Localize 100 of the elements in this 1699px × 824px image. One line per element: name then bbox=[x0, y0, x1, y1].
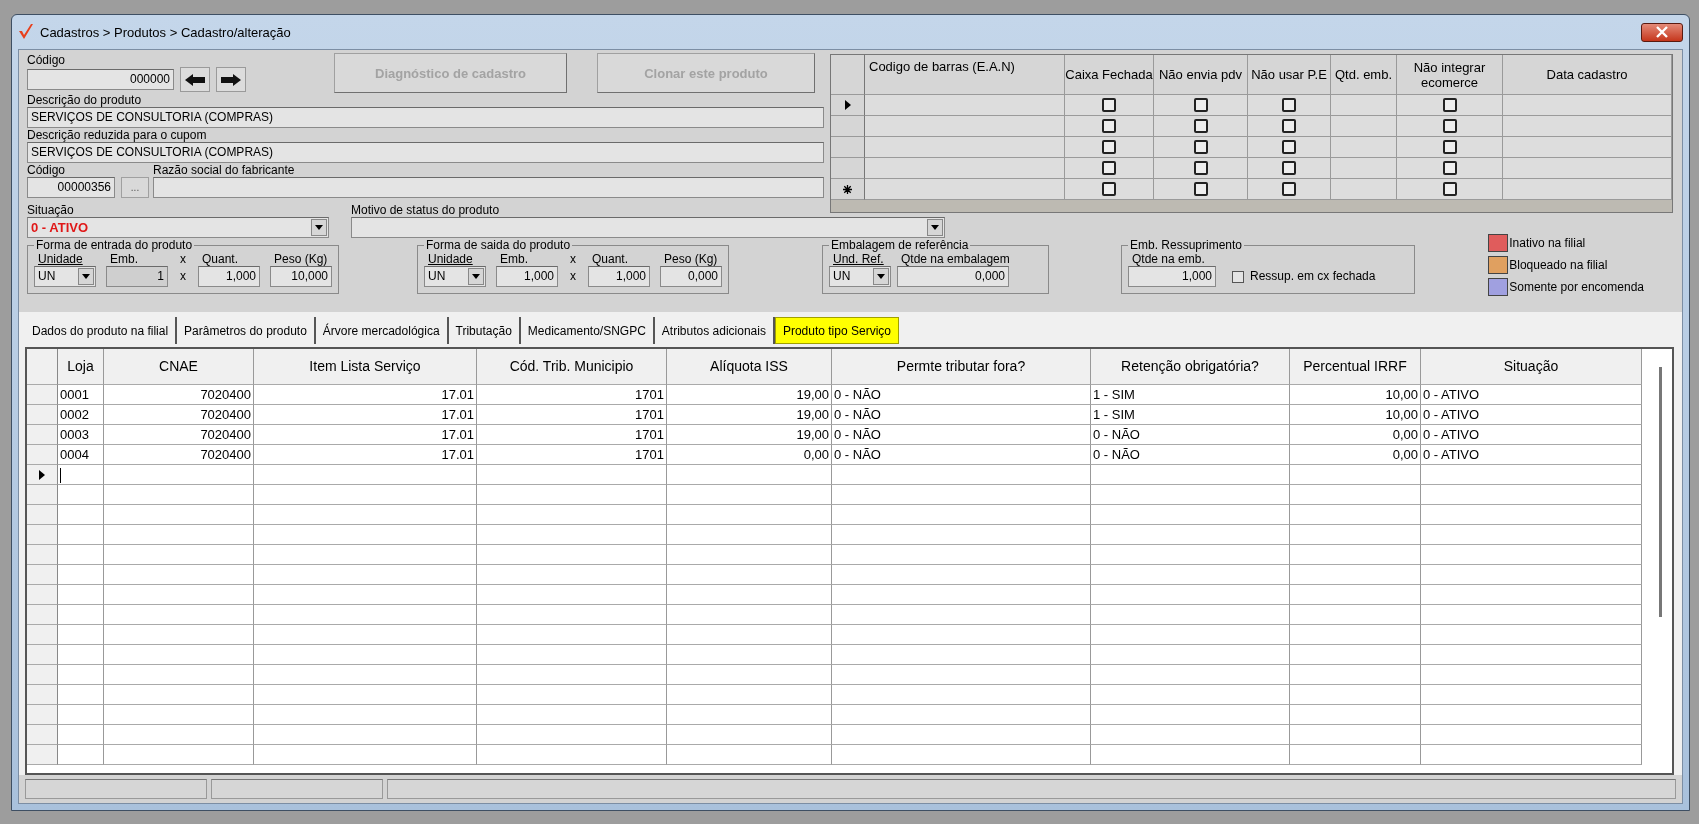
row-header[interactable] bbox=[831, 179, 865, 200]
previous-button[interactable] bbox=[180, 67, 210, 92]
column-header[interactable]: Permte tributar fora? bbox=[832, 349, 1091, 385]
manufacturer-code-field[interactable]: 00000356 bbox=[27, 177, 115, 198]
manufacturer-name-field[interactable] bbox=[153, 177, 824, 198]
column-header[interactable]: Codigo de barras (E.A.N) bbox=[865, 55, 1065, 95]
row-header[interactable] bbox=[831, 95, 865, 116]
dropdown-arrow-button[interactable] bbox=[78, 268, 94, 285]
checkbox[interactable] bbox=[1442, 182, 1457, 196]
table-cell[interactable] bbox=[1248, 116, 1331, 137]
number-field[interactable]: 0,000 bbox=[897, 266, 1009, 287]
code-field[interactable]: 000000 bbox=[27, 69, 174, 90]
column-header[interactable]: Loja bbox=[58, 349, 104, 385]
unit-dropdown[interactable]: UN bbox=[34, 266, 96, 287]
table-cell[interactable] bbox=[1397, 137, 1503, 158]
checkbox[interactable] bbox=[1193, 98, 1208, 112]
table-cell[interactable] bbox=[1154, 179, 1248, 200]
dropdown-arrow-button[interactable] bbox=[927, 219, 943, 236]
column-header[interactable]: Cód. Trib. Municipio bbox=[477, 349, 667, 385]
checkbox[interactable] bbox=[1442, 161, 1457, 175]
table-cell[interactable] bbox=[1248, 179, 1331, 200]
number-field[interactable]: 0,000 bbox=[660, 266, 722, 287]
table-cell[interactable] bbox=[865, 179, 1065, 200]
number-field[interactable]: 1,000 bbox=[496, 266, 558, 287]
table-cell[interactable] bbox=[1503, 137, 1672, 158]
table-cell[interactable] bbox=[1065, 158, 1154, 179]
tab[interactable]: Tributação bbox=[448, 317, 521, 344]
column-header[interactable]: Não envia pdv bbox=[1154, 55, 1248, 95]
checkbox-label[interactable]: Ressup. em cx fechada bbox=[1232, 266, 1376, 287]
table-cell[interactable] bbox=[1248, 158, 1331, 179]
column-header[interactable]: Alíquota ISS bbox=[667, 349, 832, 385]
column-header[interactable]: Data cadastro bbox=[1503, 55, 1672, 95]
checkbox[interactable] bbox=[1102, 161, 1116, 175]
unit-dropdown[interactable]: UN bbox=[829, 266, 891, 287]
table-cell[interactable] bbox=[1154, 137, 1248, 158]
table-cell[interactable] bbox=[1397, 179, 1503, 200]
checkbox[interactable] bbox=[1102, 119, 1116, 133]
status-reason-dropdown[interactable] bbox=[351, 217, 945, 238]
short-description-field[interactable]: SERVIÇOS DE CONSULTORIA (COMPRAS) bbox=[27, 142, 824, 163]
dropdown-arrow-button[interactable] bbox=[873, 268, 889, 285]
checkbox[interactable] bbox=[1282, 98, 1296, 112]
column-header[interactable]: Não integrar ecomerce bbox=[1397, 55, 1503, 95]
tab[interactable]: Parâmetros do produto bbox=[177, 317, 316, 344]
tab[interactable]: Produto tipo Serviço bbox=[774, 317, 899, 344]
checkbox[interactable] bbox=[1282, 182, 1296, 196]
checkbox[interactable] bbox=[1193, 161, 1208, 175]
number-field[interactable]: 1,000 bbox=[1128, 266, 1216, 287]
column-header[interactable]: Qtd. emb. bbox=[1331, 55, 1397, 95]
table-cell[interactable] bbox=[1397, 158, 1503, 179]
checkbox[interactable] bbox=[1193, 140, 1208, 154]
table-cell[interactable] bbox=[1154, 116, 1248, 137]
number-field[interactable]: 1,000 bbox=[198, 266, 260, 287]
checkbox[interactable] bbox=[1442, 140, 1457, 154]
column-header[interactable]: Não usar P.E bbox=[1248, 55, 1331, 95]
checkbox[interactable] bbox=[1102, 98, 1116, 112]
table-cell[interactable] bbox=[865, 137, 1065, 158]
table-cell[interactable] bbox=[1503, 179, 1672, 200]
lookup-button[interactable]: ... bbox=[121, 177, 149, 198]
table-cell[interactable] bbox=[1065, 137, 1154, 158]
checkbox[interactable] bbox=[1442, 119, 1457, 133]
unit-dropdown[interactable]: UN bbox=[424, 266, 486, 287]
tab[interactable]: Medicamento/SNGPC bbox=[520, 317, 655, 344]
table-cell[interactable] bbox=[1065, 95, 1154, 116]
tab[interactable]: Dados do produto na filial bbox=[25, 317, 178, 344]
table-cell[interactable] bbox=[1503, 158, 1672, 179]
row-header[interactable] bbox=[27, 465, 58, 485]
status-dropdown[interactable]: 0 - ATIVO bbox=[27, 217, 329, 238]
tab[interactable]: Árvore mercadológica bbox=[315, 317, 449, 344]
checkbox[interactable] bbox=[1282, 119, 1296, 133]
checkbox[interactable] bbox=[1193, 119, 1208, 133]
checkbox[interactable] bbox=[1102, 182, 1116, 196]
checkbox[interactable] bbox=[1102, 140, 1116, 154]
dropdown-arrow-button[interactable] bbox=[468, 268, 484, 285]
column-header[interactable]: Retenção obrigatória? bbox=[1091, 349, 1290, 385]
table-cell[interactable] bbox=[1331, 137, 1397, 158]
number-field[interactable]: 1,000 bbox=[588, 266, 650, 287]
table-cell[interactable] bbox=[1397, 95, 1503, 116]
checkbox[interactable] bbox=[1442, 98, 1457, 112]
table-cell[interactable] bbox=[865, 95, 1065, 116]
table-cell[interactable] bbox=[1397, 116, 1503, 137]
checkbox[interactable] bbox=[1282, 140, 1296, 154]
table-cell[interactable] bbox=[1331, 158, 1397, 179]
table-cell[interactable] bbox=[865, 158, 1065, 179]
number-field[interactable]: 10,000 bbox=[270, 266, 332, 287]
column-header[interactable]: Percentual IRRF bbox=[1290, 349, 1421, 385]
table-cell[interactable] bbox=[865, 116, 1065, 137]
table-cell[interactable] bbox=[1248, 137, 1331, 158]
table-cell[interactable] bbox=[1065, 116, 1154, 137]
description-field[interactable]: SERVIÇOS DE CONSULTORIA (COMPRAS) bbox=[27, 107, 824, 128]
scrollbar[interactable] bbox=[1659, 367, 1662, 617]
table-cell[interactable] bbox=[1065, 179, 1154, 200]
table-cell[interactable] bbox=[1331, 179, 1397, 200]
column-header[interactable]: Caixa Fechada bbox=[1065, 55, 1154, 95]
table-cell[interactable] bbox=[1248, 95, 1331, 116]
close-button[interactable] bbox=[1641, 22, 1683, 42]
table-cell[interactable] bbox=[1331, 116, 1397, 137]
checkbox[interactable] bbox=[1193, 182, 1208, 196]
column-header[interactable]: CNAE bbox=[104, 349, 254, 385]
checkbox[interactable] bbox=[1282, 161, 1296, 175]
table-cell[interactable] bbox=[1154, 95, 1248, 116]
